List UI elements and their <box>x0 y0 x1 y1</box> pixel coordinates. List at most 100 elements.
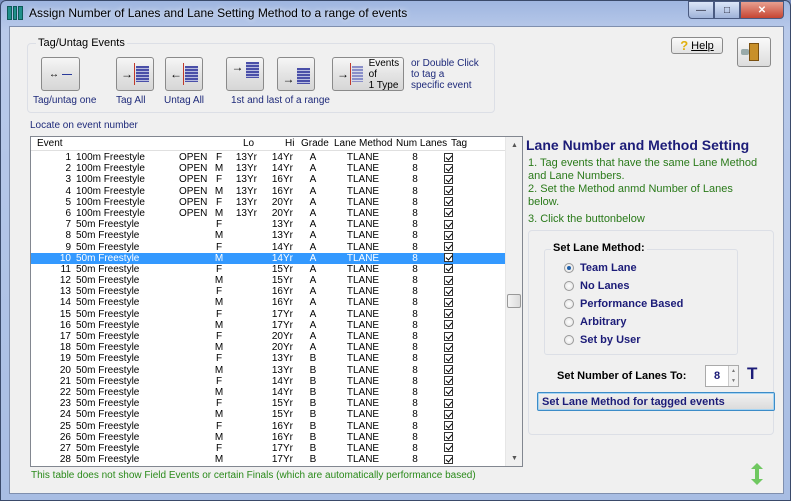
table-row[interactable]: 14 50m Freestyle M 16Yr A TLANE 8 <box>31 297 506 308</box>
event-grade: B <box>309 442 317 454</box>
scroll-up-arrow-icon[interactable]: ▲ <box>506 137 522 153</box>
table-row[interactable]: 11 50m Freestyle F 15Yr A TLANE 8 <box>31 264 506 275</box>
table-row[interactable]: 13 50m Freestyle F 16Yr A TLANE 8 <box>31 286 506 297</box>
event-lane-method: TLANE <box>346 386 380 398</box>
num-lanes-value[interactable]: 8 <box>706 366 728 386</box>
table-row[interactable]: 18 50m Freestyle M 20Yr A TLANE 8 <box>31 342 506 353</box>
event-num-lanes: 8 <box>412 386 418 398</box>
table-row[interactable]: 3 100m Freestyle OPEN F 13Yr 16Yr A TLANE 8 <box>31 174 506 185</box>
table-row[interactable]: 4 100m Freestyle OPEN M 13Yr 16Yr A TLANE 8 <box>31 186 506 197</box>
event-lane-method: TLANE <box>346 263 380 275</box>
move-up-down-icon[interactable] <box>751 463 763 487</box>
table-row[interactable]: 21 50m Freestyle F 14Yr B TLANE 8 <box>31 376 506 387</box>
checkbox-checked-icon <box>444 421 453 430</box>
table-row[interactable]: 23 50m Freestyle F 15Yr B TLANE 8 <box>31 398 506 409</box>
spin-down-icon[interactable]: ▼ <box>729 376 738 386</box>
event-number: 28 <box>59 454 71 466</box>
table-row[interactable]: 9 50m Freestyle F 14Yr A TLANE 8 <box>31 242 506 253</box>
table-row[interactable]: 6 100m Freestyle OPEN M 13Yr 20Yr A TLANE 8 <box>31 208 506 219</box>
event-sex: M <box>214 230 224 242</box>
radio-performance-based[interactable]: Performance Based <box>564 298 683 310</box>
event-num-lanes: 8 <box>412 308 418 320</box>
event-age-lo: 13Yr <box>235 207 257 219</box>
exit-button[interactable] <box>737 37 771 67</box>
text-t-icon[interactable]: T <box>747 364 757 384</box>
arrow-right-icon: → <box>337 67 349 81</box>
event-number: 19 <box>59 353 71 365</box>
radio-unchecked-icon <box>564 335 574 345</box>
col-header-lane-method[interactable]: Lane Method <box>334 138 392 149</box>
checkbox-checked-icon <box>444 342 453 352</box>
minimize-button[interactable]: — <box>688 1 714 19</box>
scroll-thumb[interactable] <box>507 294 521 308</box>
event-lane-method: TLANE <box>346 207 380 219</box>
help-button[interactable]: ? Help <box>671 37 723 54</box>
close-button[interactable]: ✕ <box>740 1 784 19</box>
table-row[interactable]: 10 50m Freestyle M 14Yr A TLANE 8 <box>31 252 506 264</box>
radio-no-lanes[interactable]: No Lanes <box>564 280 630 292</box>
table-row[interactable]: 19 50m Freestyle F 13Yr B TLANE 8 <box>31 353 506 364</box>
first-of-range-button[interactable]: → <box>226 57 264 91</box>
num-lanes-stepper[interactable]: 8 ▲ ▼ <box>705 365 739 387</box>
red-line-icon <box>134 63 135 85</box>
event-num-lanes: 8 <box>412 275 418 287</box>
table-row[interactable]: 26 50m Freestyle M 16Yr B TLANE 8 <box>31 432 506 443</box>
table-row[interactable]: 7 50m Freestyle F 13Yr A TLANE 8 <box>31 219 506 230</box>
dash-icon <box>62 73 72 75</box>
table-row[interactable]: 16 50m Freestyle M 17Yr A TLANE 8 <box>31 320 506 331</box>
table-row[interactable]: 1 100m Freestyle OPEN F 13Yr 14Yr A TLANE 8 <box>31 152 506 163</box>
radio-arbitrary[interactable]: Arbitrary <box>564 316 626 328</box>
events-grid[interactable]: Event Lo Hi Grade Lane Method Num Lanes … <box>30 136 523 467</box>
table-row[interactable]: 12 50m Freestyle M 15Yr A TLANE 8 <box>31 275 506 286</box>
event-grade: A <box>309 252 317 264</box>
event-lane-method: TLANE <box>346 420 380 432</box>
col-header-hi[interactable]: Hi <box>285 138 294 149</box>
tag-untag-one-button[interactable]: ↔ <box>41 57 80 91</box>
table-row[interactable]: 22 50m Freestyle M 14Yr B TLANE 8 <box>31 387 506 398</box>
set-lane-method-button[interactable]: Set Lane Method for tagged events <box>537 392 775 411</box>
table-row[interactable]: 27 50m Freestyle F 17Yr B TLANE 8 <box>31 443 506 454</box>
locate-event-label[interactable]: Locate on event number <box>30 120 138 131</box>
table-row[interactable]: 15 50m Freestyle F 17Yr A TLANE 8 <box>31 309 506 320</box>
table-row[interactable]: 24 50m Freestyle M 15Yr B TLANE 8 <box>31 409 506 420</box>
table-row[interactable]: 28 50m Freestyle M 17Yr B TLANE 8 <box>31 454 506 465</box>
event-sex: F <box>215 152 223 163</box>
events-of-type-button[interactable]: → Events of 1 Type <box>332 57 404 91</box>
event-lane-method: TLANE <box>346 185 380 197</box>
table-row[interactable]: 20 50m Freestyle M 13Yr B TLANE 8 <box>31 365 506 376</box>
table-row[interactable]: 8 50m Freestyle M 13Yr A TLANE 8 <box>31 230 506 241</box>
tag-all-button[interactable]: → <box>116 57 154 91</box>
event-sex: F <box>215 308 223 320</box>
table-row[interactable]: 5 100m Freestyle OPEN F 13Yr 20Yr A TLANE 8 <box>31 197 506 208</box>
spin-up-icon[interactable]: ▲ <box>729 366 738 376</box>
col-header-lo[interactable]: Lo <box>243 138 254 149</box>
event-age-lo: 13Yr <box>235 163 257 175</box>
method-panel: Set Lane Method: Team Lane No Lanes Perf… <box>528 230 775 435</box>
col-header-event[interactable]: Event <box>37 138 63 149</box>
grid-header: Event Lo Hi Grade Lane Method Num Lanes … <box>31 137 506 151</box>
grid-vertical-scrollbar[interactable]: ▲ ▼ <box>505 137 522 466</box>
untag-all-button[interactable]: ← <box>165 57 203 91</box>
title-bar[interactable]: Assign Number of Lanes and Lane Setting … <box>1 1 790 25</box>
event-number: 16 <box>59 319 71 331</box>
radio-team-lane[interactable]: Team Lane <box>564 262 637 274</box>
event-sex: M <box>214 319 224 331</box>
col-header-grade[interactable]: Grade <box>301 138 329 149</box>
table-row[interactable]: 25 50m Freestyle F 16Yr B TLANE 8 <box>31 421 506 432</box>
table-row[interactable]: 17 50m Freestyle F 20Yr A TLANE 8 <box>31 331 506 342</box>
event-age-hi: 15Yr <box>271 409 293 421</box>
maximize-button[interactable]: □ <box>714 1 740 19</box>
event-age-hi: 16Yr <box>271 286 293 298</box>
scroll-down-arrow-icon[interactable]: ▼ <box>506 450 522 466</box>
tag-checkbox[interactable] <box>444 454 454 466</box>
last-of-range-button[interactable]: → <box>277 57 315 91</box>
event-name: 50m Freestyle <box>76 286 140 298</box>
event-lane-method: TLANE <box>346 319 380 331</box>
col-header-tag[interactable]: Tag <box>451 138 467 149</box>
col-header-num-lanes[interactable]: Num Lanes <box>396 138 447 149</box>
table-row[interactable]: 2 100m Freestyle OPEN M 13Yr 14Yr A TLANE 8 <box>31 163 506 174</box>
checkbox-checked-icon <box>444 409 453 419</box>
checkbox-checked-icon <box>444 208 453 218</box>
radio-set-by-user[interactable]: Set by User <box>564 334 641 346</box>
checkbox-checked-icon <box>444 264 453 274</box>
